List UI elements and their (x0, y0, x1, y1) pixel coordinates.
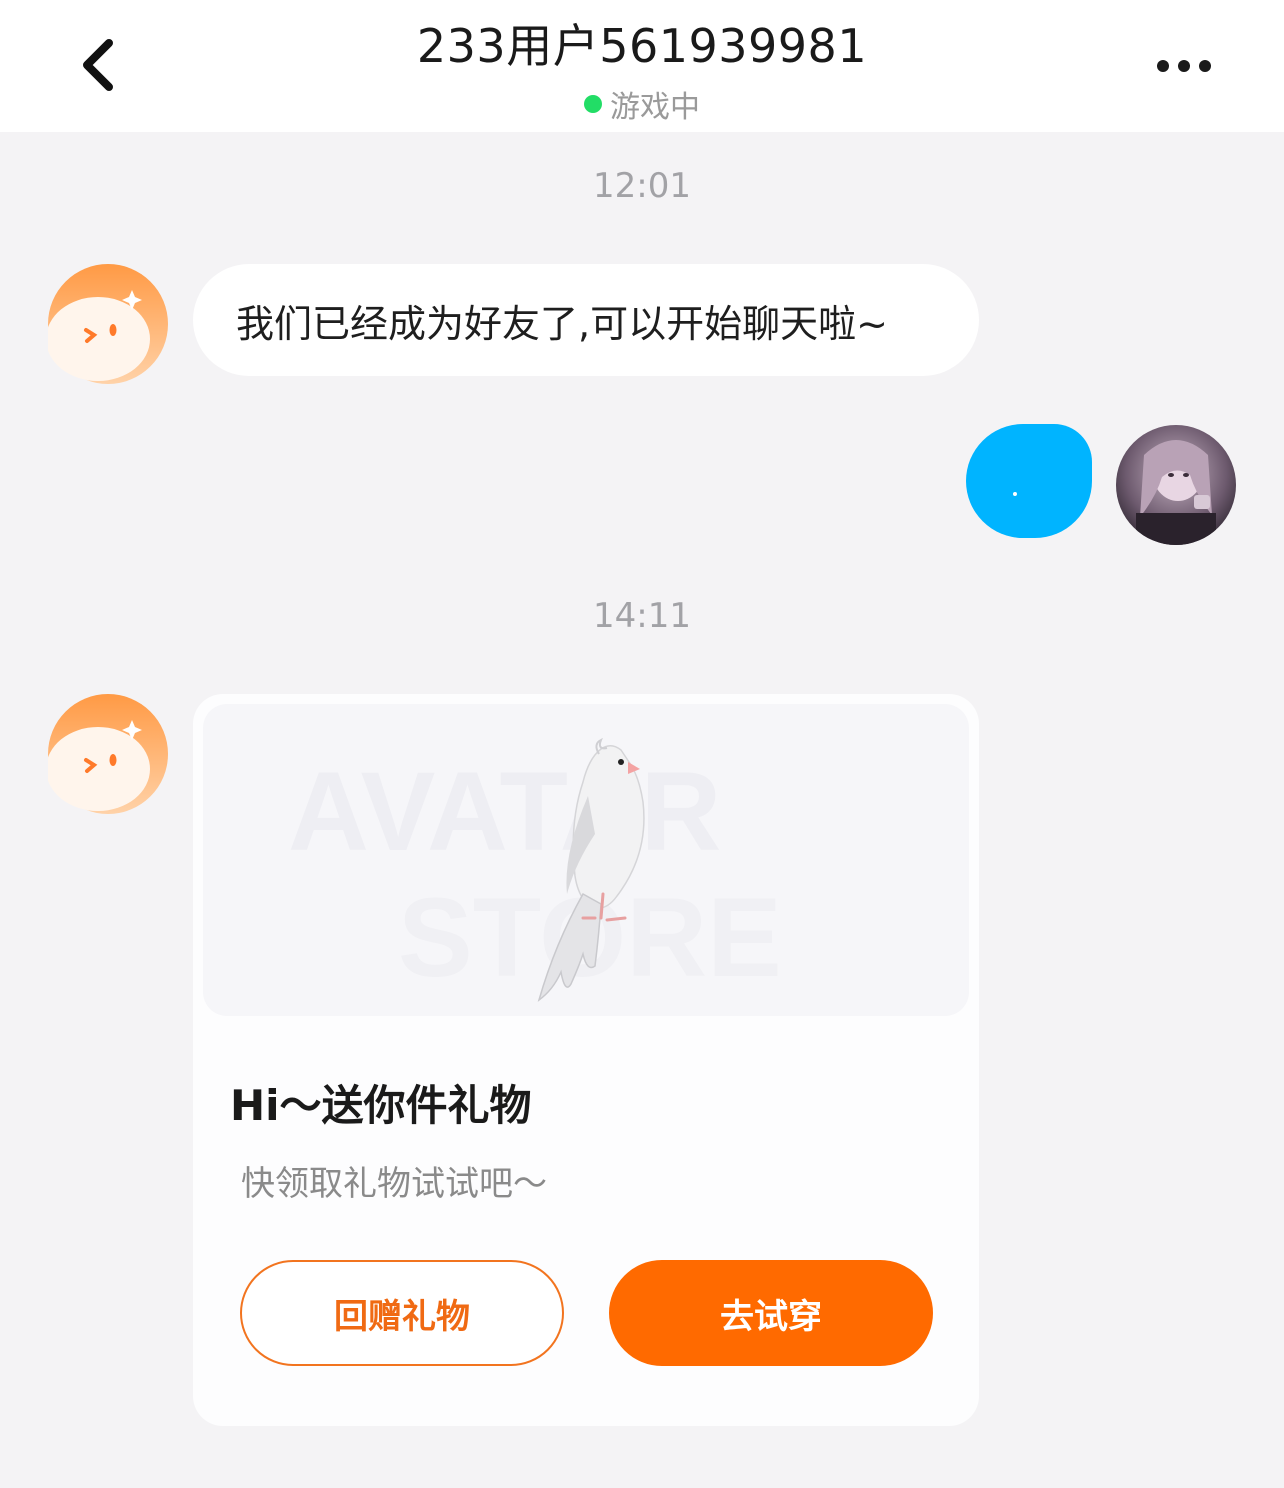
mascot-face-icon (46, 264, 168, 384)
gift-title: Hi～送你件礼物 (230, 1081, 532, 1130)
outgoing-message-bubble[interactable]: . (966, 424, 1092, 538)
system-avatar[interactable] (46, 694, 168, 814)
more-dot-icon (1157, 60, 1169, 72)
gift-preview-image[interactable]: AVATAR STORE (203, 704, 969, 1016)
online-status: 游戏中 (0, 82, 1284, 126)
gift-subtitle: 快领取礼物试试吧～ (241, 1164, 547, 1204)
watermark-text: AVATAR (288, 749, 721, 874)
more-options-button[interactable] (1144, 40, 1224, 92)
mascot-face-icon (46, 694, 168, 814)
incoming-message-bubble[interactable]: 我们已经成为好友了,可以开始聊天啦~ (193, 264, 979, 376)
gift-card[interactable]: AVATAR STORE Hi～送你件礼物 快领取礼物试试吧～ 回赠礼物 去试穿 (193, 694, 979, 1426)
system-avatar[interactable] (46, 264, 168, 384)
chat-title: 233用户561939981 (416, 19, 868, 73)
message-timestamp: 12:01 (593, 166, 691, 206)
status-dot-icon (584, 95, 602, 113)
message-timestamp: 14:11 (593, 596, 691, 636)
return-gift-button[interactable]: 回赠礼物 (240, 1260, 564, 1366)
message-text: 我们已经成为好友了,可以开始聊天啦~ (236, 301, 888, 346)
user-avatar-image (1116, 425, 1236, 545)
chat-header: 233用户561939981 游戏中 (0, 0, 1284, 132)
try-on-button[interactable]: 去试穿 (609, 1260, 933, 1366)
message-text: . (1013, 492, 1017, 496)
more-dot-icon (1178, 60, 1190, 72)
user-avatar[interactable] (1116, 425, 1236, 545)
status-text: 游戏中 (610, 90, 700, 125)
more-dot-icon (1199, 60, 1211, 72)
gift-preview-graphic: AVATAR STORE (288, 737, 782, 1002)
